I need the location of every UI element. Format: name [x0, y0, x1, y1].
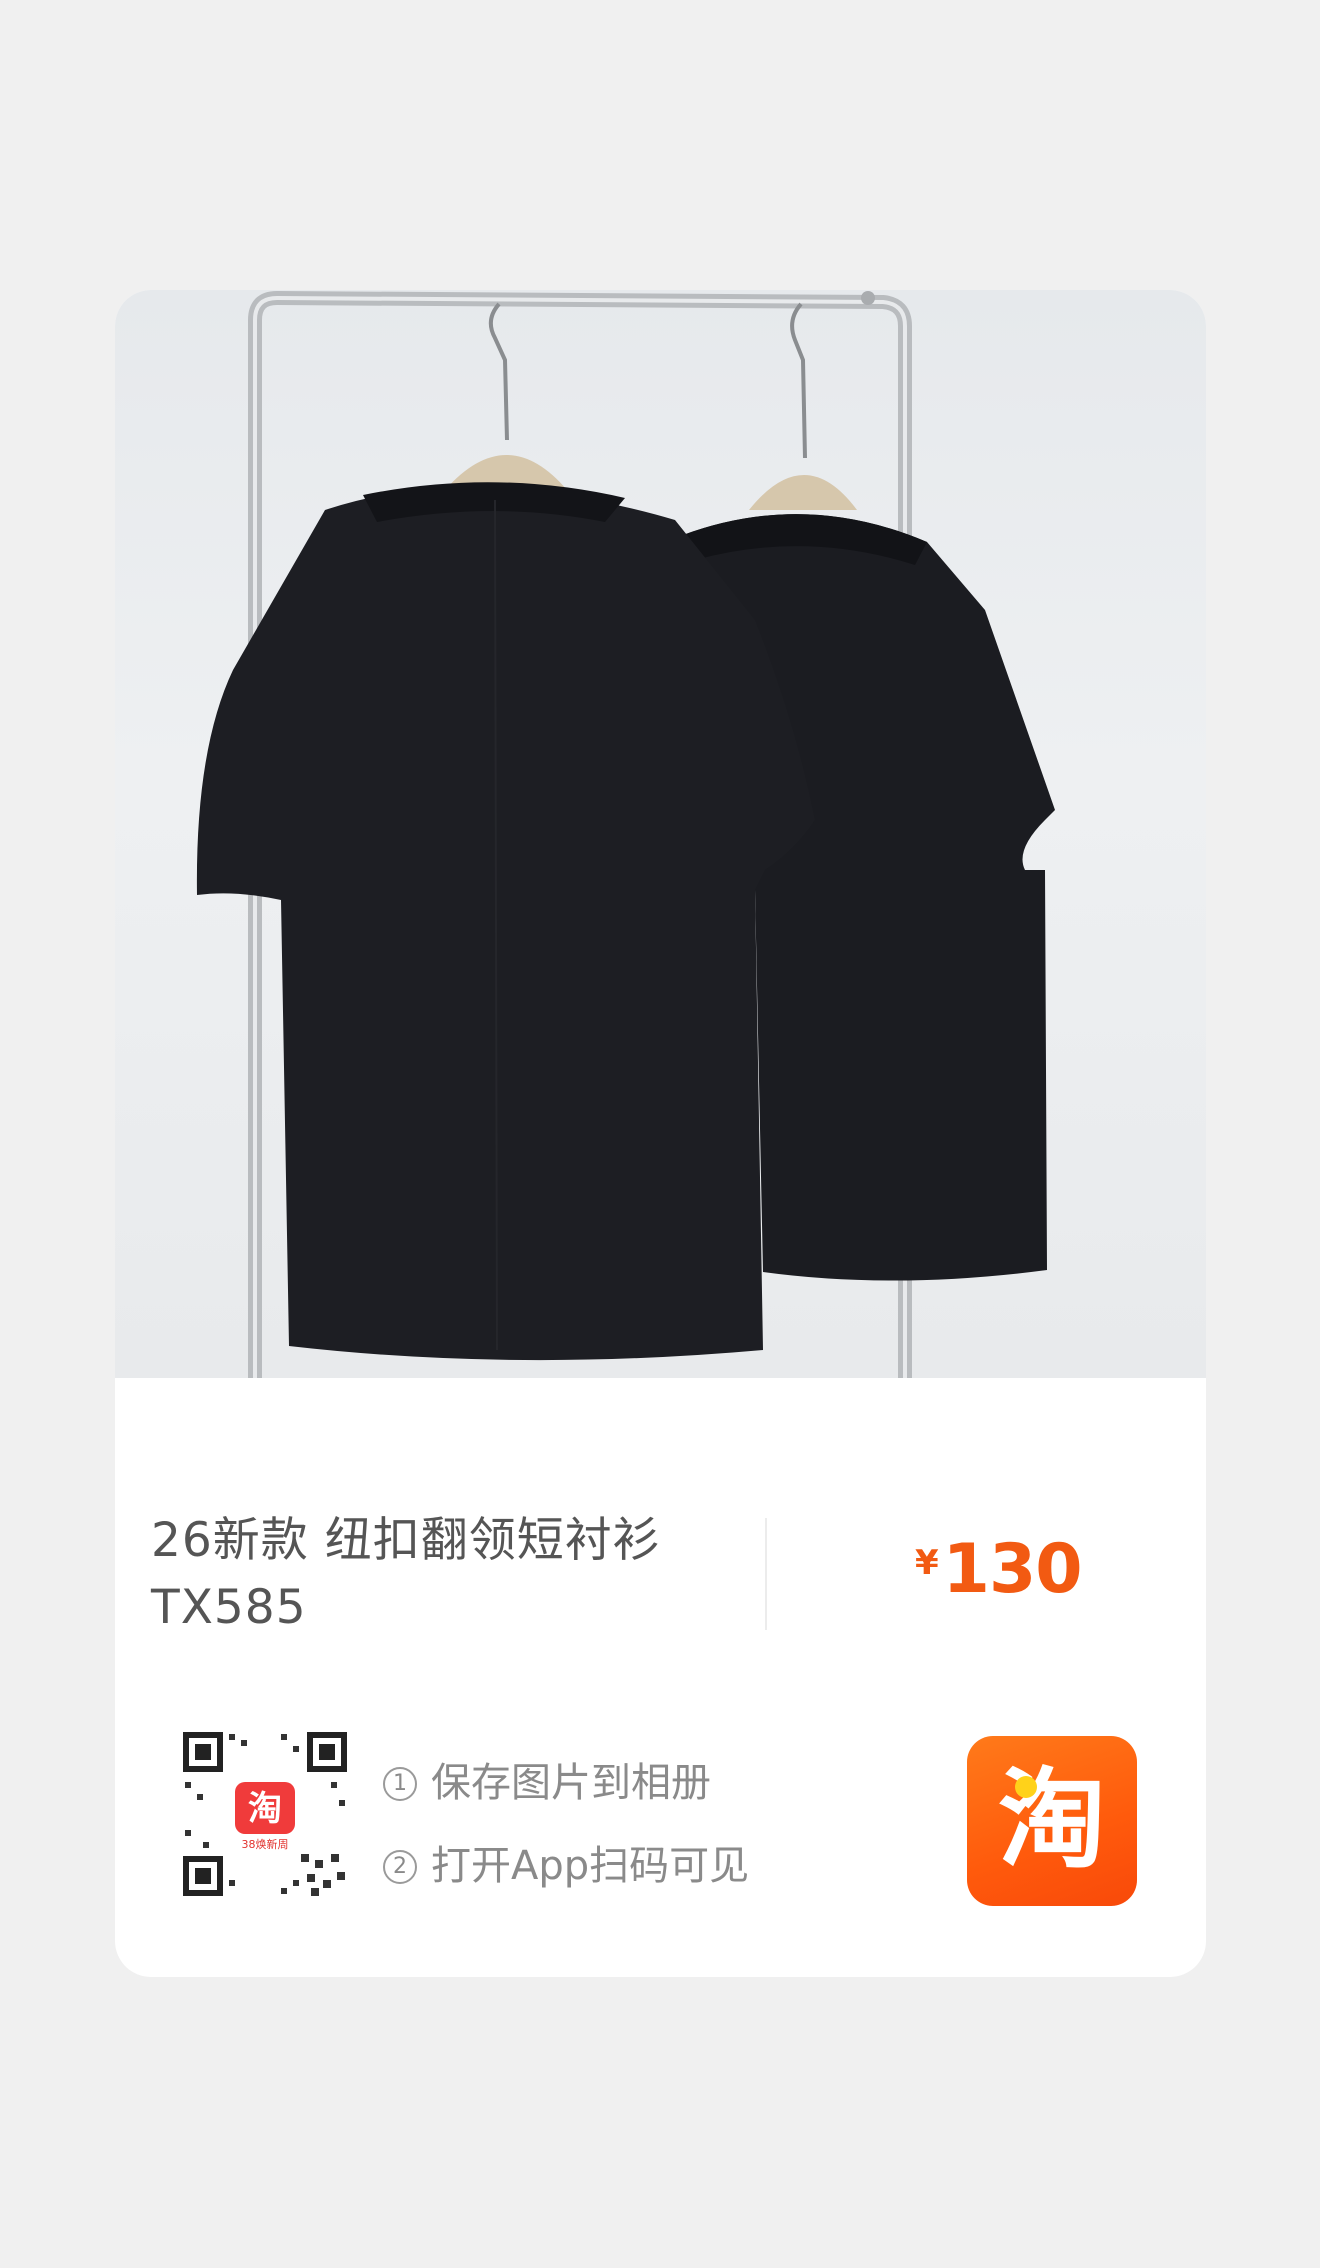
taobao-app-icon[interactable]: 淘	[967, 1736, 1137, 1906]
product-title: 26新款 纽扣翻领短衬衫 TX585	[151, 1513, 661, 1635]
price-value: 130	[942, 1530, 1083, 1609]
currency-symbol: ¥	[915, 1543, 939, 1583]
product-price: ¥130	[915, 1530, 1083, 1609]
qr-logo-icon: 淘	[248, 1789, 282, 1829]
step-number-2: 2	[383, 1850, 417, 1884]
open-app-step-text: 打开App扫码可见	[431, 1843, 750, 1889]
taobao-glyph: 淘	[997, 1758, 1106, 1883]
save-image-step-text: 保存图片到相册	[431, 1760, 711, 1806]
product-photo[interactable]	[115, 290, 1206, 1378]
taobao-dot-icon	[1015, 1776, 1037, 1798]
product-image	[196, 290, 1055, 1378]
open-app-step: 2 打开App扫码可见	[383, 1833, 749, 1891]
qr-code[interactable]: 淘 38焕新周	[181, 1730, 349, 1898]
step-number-1: 1	[383, 1767, 417, 1801]
save-image-step: 1 保存图片到相册	[383, 1750, 711, 1808]
qr-badge-text: 38焕新周	[242, 1837, 289, 1851]
qr-code-image: 淘 38焕新周	[183, 1732, 347, 1896]
share-card: 26新款 纽扣翻领短衬衫 TX585 ¥130 淘 38焕新周 1 保存图片到相…	[115, 290, 1206, 1977]
divider	[765, 1518, 767, 1630]
